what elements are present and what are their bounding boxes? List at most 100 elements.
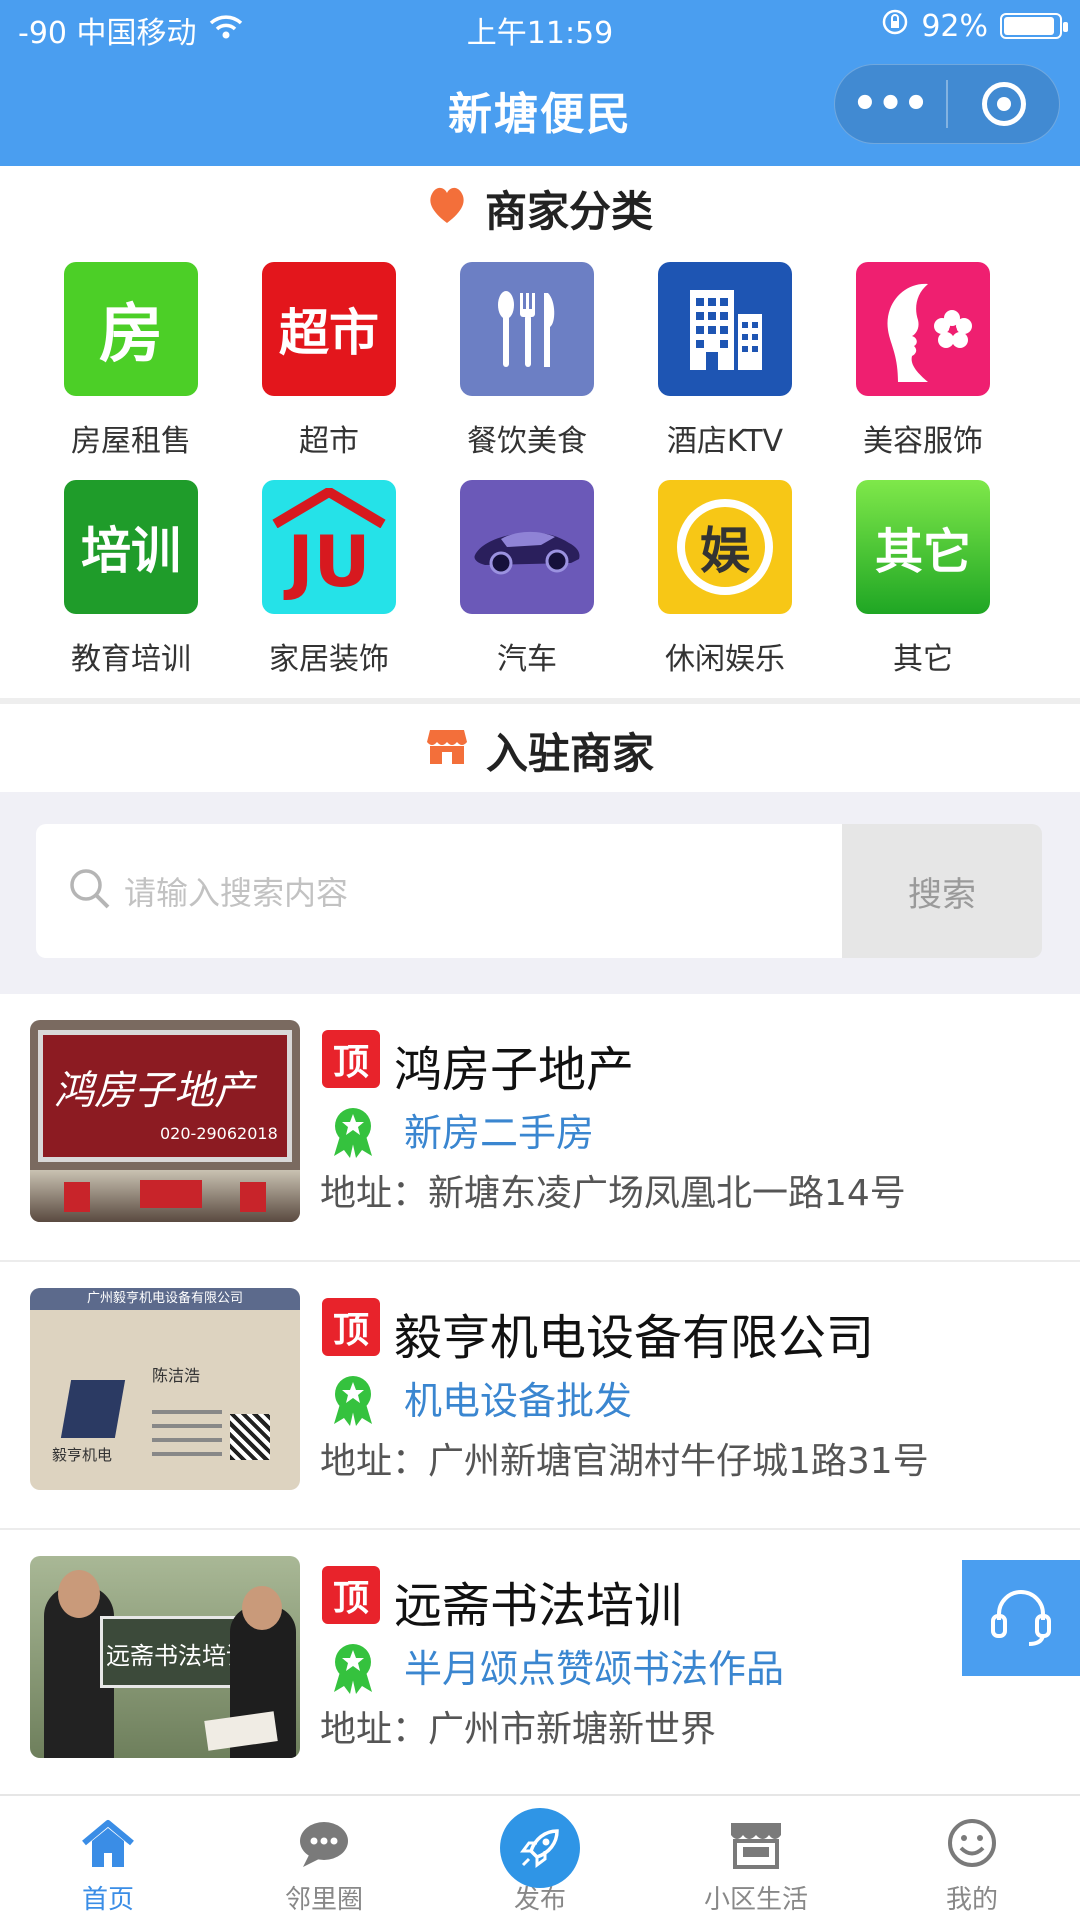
category-house[interactable]: 房 房屋租售 [32,262,230,480]
category-label: 餐饮美食 [467,424,587,459]
merchants-title: 入驻商家 [485,729,654,778]
category-label: 汽车 [497,642,557,677]
search-icon [68,867,112,915]
tab-neighbors[interactable]: 邻里圈 [216,1796,432,1920]
category-label: 休闲娱乐 [665,642,785,677]
tab-label: 邻里圈 [284,1885,363,1915]
car-icon [460,480,594,614]
category-hotel[interactable]: 酒店KTV [626,262,824,480]
merchant-photo: 广州毅亨机电设备有限公司 毅亨机电 陈洁浩 [30,1288,300,1490]
smile-icon [946,1817,998,1873]
tab-label: 首页 [81,1885,134,1915]
status-bar: -90 中国移动 上午11:59 92% [0,0,1080,54]
tab-label: 小区生活 [703,1885,808,1915]
merchant-address: 地址：新塘东凌广场凤凰北一路14号 [320,1173,906,1214]
category-label: 房屋租售 [71,424,191,459]
home-icon [80,1819,136,1873]
merchants-heading: 入驻商家 [0,720,1080,781]
category-home-decor[interactable]: JU 家居装饰 [230,480,428,698]
category-supermarket[interactable]: 超市 超市 [230,262,428,480]
category-label: 美容服饰 [863,424,983,459]
categories-heading: 商家分类 [0,178,1080,239]
sign-text: 鸿房子地产 [54,1068,254,1114]
category-entertainment[interactable]: 娱 休闲娱乐 [626,480,824,698]
category-label: 家居装饰 [269,642,389,677]
entertainment-icon: 娱 [658,480,792,614]
home-decor-icon: JU [262,480,396,614]
merchant-row[interactable]: 鸿房子地产 020-29062018 顶 鸿房子地产 新房二手房 地址：新塘东凌… [0,994,1080,1262]
categories-title: 商家分类 [484,187,653,236]
merchant-address: 地址：广州新塘官湖村牛仔城1路31号 [320,1441,929,1482]
merchant-list: 鸿房子地产 020-29062018 顶 鸿房子地产 新房二手房 地址：新塘东凌… [0,994,1080,1798]
category-label: 酒店KTV [666,424,784,459]
award-ribbon-icon [330,1106,376,1162]
category-other[interactable]: 其它 其它 [824,480,1022,698]
mini-program-capsule: ••• [834,64,1060,144]
merchant-photo: 鸿房子地产 020-29062018 [30,1020,300,1222]
battery-icon [1000,13,1068,39]
building-icon [658,262,792,396]
rocket-icon [500,1808,580,1888]
top-bar: -90 中国移动 上午11:59 92% 新塘便民 ••• [0,0,1080,166]
rotation-lock-icon [881,8,909,44]
battery-fill [1004,17,1054,35]
other-icon-glyph: 其它 [874,524,971,580]
fork-knife-icon [460,262,594,396]
customer-service-button[interactable] [962,1560,1080,1676]
card-brand: 毅亨机电 [52,1446,113,1464]
merchant-photo: 远斋书法培训 [30,1556,300,1758]
tab-home[interactable]: 首页 [0,1796,216,1920]
tab-community[interactable]: 小区生活 [648,1796,864,1920]
card-person: 陈洁浩 [152,1366,201,1385]
headset-icon [989,1586,1053,1650]
category-beauty[interactable]: 美容服饰 [824,262,1022,480]
tab-label: 我的 [945,1885,998,1915]
category-label: 教育培训 [71,642,191,677]
photo-sign-text: 远斋书法培训 [106,1642,250,1670]
other-icon: 其它 [856,480,990,614]
entertainment-icon-glyph: 娱 [685,507,765,587]
category-car[interactable]: 汽车 [428,480,626,698]
section-divider [0,698,1080,704]
home-decor-icon-glyph: JU [287,521,371,603]
card-company: 广州毅亨机电设备有限公司 [30,1288,300,1310]
category-grid: 房 房屋租售 超市 超市 餐饮美食 酒店KTV 美容服饰 培训 教育培训 JU … [0,262,1080,698]
category-label: 超市 [299,424,359,459]
merchant-tag: 新房二手房 [404,1111,595,1155]
house-icon: 房 [64,262,198,396]
merchant-address: 地址：广州市新塘新世界 [320,1709,717,1750]
heart-icon [427,183,467,235]
merchant-tag: 机电设备批发 [404,1379,633,1423]
top-badge: 顶 [322,1030,380,1088]
merchant-name: 鸿房子地产 [394,1042,635,1098]
merchant-row[interactable]: 远斋书法培训 顶 远斋书法培训 半月颂点赞颂书法作品 地址：广州市新塘新世界 [0,1530,1080,1798]
search-button[interactable]: 搜索 [842,824,1042,958]
supermarket-icon-glyph: 超市 [279,304,379,362]
award-ribbon-icon [330,1642,376,1698]
training-icon-glyph: 培训 [81,522,181,580]
search-input[interactable]: 请输入搜索内容 [36,824,842,958]
sign-phone: 020-29062018 [160,1124,278,1143]
tab-mine[interactable]: 我的 [864,1796,1080,1920]
close-target-icon[interactable] [948,82,1059,126]
house-icon-glyph: 房 [99,298,163,372]
search-placeholder: 请输入搜索内容 [124,874,349,912]
more-icon[interactable]: ••• [835,81,946,127]
award-ribbon-icon [330,1374,376,1430]
tab-bar: 首页 邻里圈 发布 小区生活 我的 [0,1794,1080,1920]
merchant-tag: 半月颂点赞颂书法作品 [404,1647,785,1691]
training-icon: 培训 [64,480,198,614]
shop-icon [727,1819,785,1873]
search-area: 请输入搜索内容 搜索 [0,792,1080,994]
chat-icon [297,1819,351,1873]
merchant-row[interactable]: 广州毅亨机电设备有限公司 毅亨机电 陈洁浩 顶 毅亨机电设备有限公司 机电设备批… [0,1262,1080,1530]
battery-percent: 92% [921,8,988,44]
category-food[interactable]: 餐饮美食 [428,262,626,480]
store-icon [426,726,468,776]
category-education[interactable]: 培训 教育培训 [32,480,230,698]
top-badge: 顶 [322,1566,380,1624]
tab-publish[interactable]: 发布 [432,1796,648,1920]
top-badge: 顶 [322,1298,380,1356]
beauty-icon [856,262,990,396]
category-label: 其它 [893,642,953,677]
